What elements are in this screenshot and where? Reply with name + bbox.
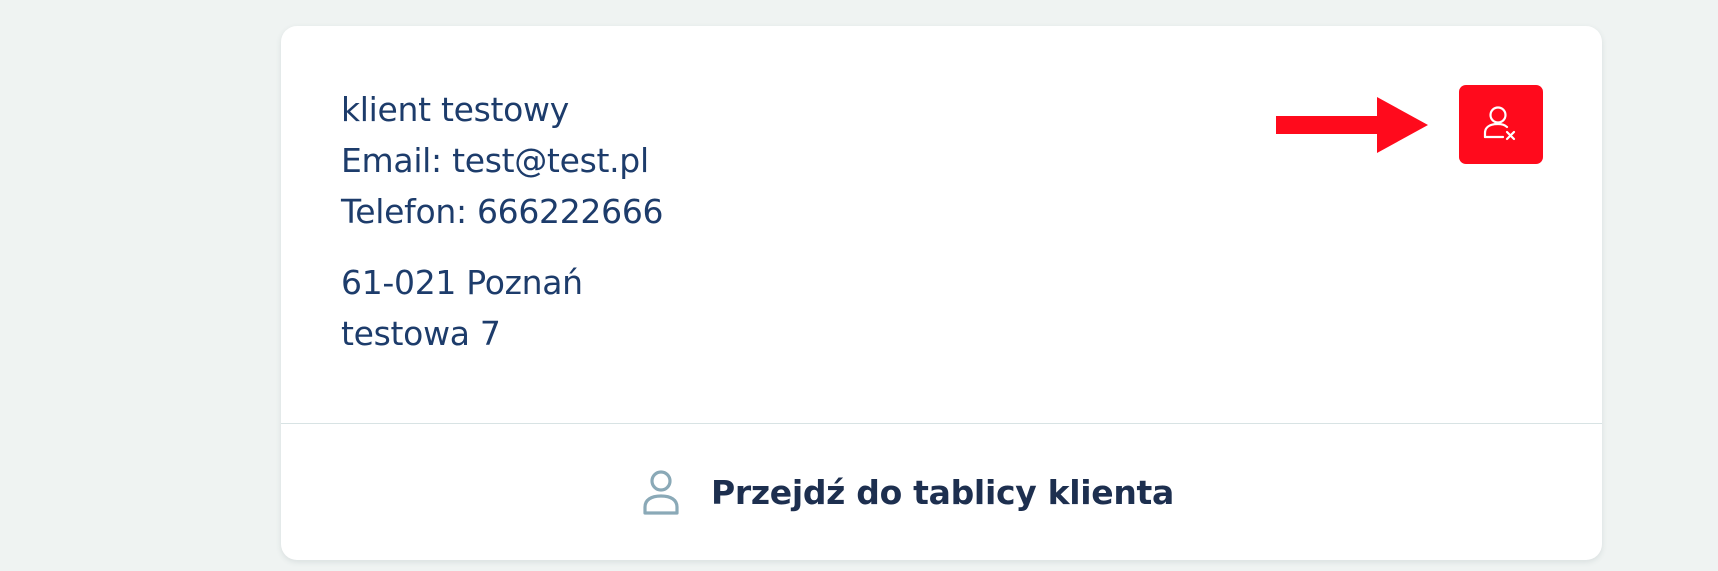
annotation-arrow-icon [1276, 97, 1428, 153]
go-to-client-board-link[interactable]: Przejdź do tablicy klienta [281, 424, 1602, 560]
client-email: Email: test@test.pl [341, 141, 649, 180]
client-phone: Telefon: 666222666 [341, 192, 664, 231]
client-postal-city: 61-021 Poznań [341, 263, 583, 302]
client-name: klient testowy [341, 90, 569, 129]
user-remove-icon [1483, 105, 1516, 140]
client-address: 61-021 Poznań testowa 7 [341, 257, 663, 359]
client-card: klient testowy Email: test@test.pl Telef… [281, 26, 1602, 560]
client-details: klient testowy Email: test@test.pl Telef… [341, 84, 664, 359]
go-to-client-board-label: Przejdź do tablicy klienta [711, 472, 1174, 512]
remove-client-button[interactable] [1459, 85, 1543, 164]
client-street: testowa 7 [341, 314, 501, 353]
user-icon [643, 470, 679, 515]
